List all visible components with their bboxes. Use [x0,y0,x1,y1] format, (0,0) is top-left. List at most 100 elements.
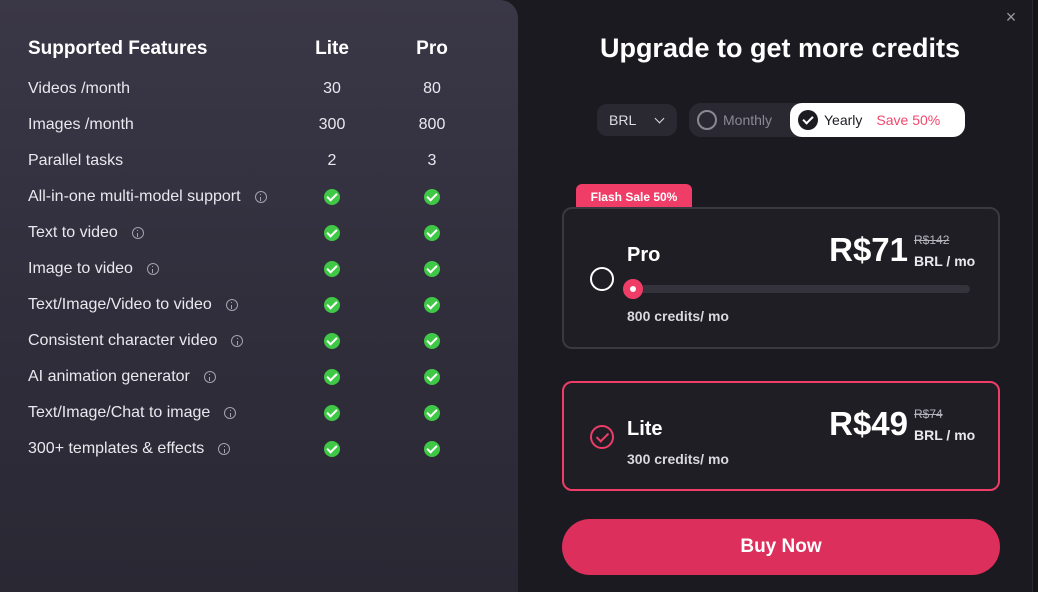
features-header: Supported Features [28,38,208,59]
check-icon [424,296,440,313]
slider-handle[interactable] [623,279,643,299]
feature-row: All-in-one multi-model support [0,179,518,215]
close-icon[interactable]: × [1002,8,1020,26]
feature-value-lite [302,251,362,287]
check-icon [424,332,440,349]
feature-row: 300+ templates & effects [0,431,518,467]
feature-row: Consistent character video [0,323,518,359]
plan-old-price: R$74 [914,407,943,421]
feature-value-lite [302,359,362,395]
feature-label: Text/Image/Chat to image [28,395,237,431]
plan-card-pro[interactable]: Pro R$71 R$142 BRL / mo 800 credits/ mo [562,207,1000,349]
billing-monthly-option[interactable]: Monthly [697,103,772,137]
plan-period: BRL / mo [914,427,976,443]
feature-value-pro [402,215,462,251]
feature-row: Images /month 300 800 [0,107,518,143]
feature-row: Text to video [0,215,518,251]
feature-label-text: Text/Image/Chat to image [28,404,211,421]
column-header-lite: Lite [315,38,349,59]
feature-value-lite [302,179,362,215]
check-icon [424,224,440,241]
feature-row: AI animation generator [0,359,518,395]
radio-unchecked-icon [697,110,717,130]
feature-value-pro [402,287,462,323]
features-panel: Supported Features Lite Pro Videos /mont… [0,0,518,592]
feature-value-lite [302,215,362,251]
feature-label: Consistent character video [28,323,244,359]
save-badge: Save 50% [876,112,941,128]
info-icon[interactable] [225,299,238,311]
billing-yearly-label: Yearly [824,112,863,128]
info-icon[interactable] [203,371,216,383]
radio-checked-icon[interactable] [590,425,614,449]
feature-value-pro [402,395,462,431]
feature-row: Image to video [0,251,518,287]
feature-value-pro: 80 [423,80,441,97]
feature-value-pro [402,359,462,395]
info-icon[interactable] [231,335,244,347]
feature-label: Videos /month [28,71,130,107]
feature-row: Videos /month 30 80 [0,71,518,107]
billing-toggle[interactable]: Monthly Yearly Save 50% [689,103,965,137]
plan-period: BRL / mo [914,253,976,269]
plan-price: R$71 [829,231,908,268]
check-icon [324,332,340,349]
feature-label: All-in-one multi-model support [28,179,267,215]
feature-value-lite: 300 [318,116,346,133]
feature-label-text: AI animation generator [28,368,190,385]
info-icon[interactable] [254,191,267,203]
feature-label: 300+ templates & effects [28,431,231,467]
plan-credits: 300 credits/ mo [627,451,729,467]
feature-value-lite: 2 [327,152,337,169]
plan-old-price: R$142 [914,233,950,247]
feature-label: Images /month [28,107,134,143]
check-icon [324,188,340,205]
radio-checked-icon [798,110,818,130]
check-icon [324,440,340,457]
check-icon [324,260,340,277]
check-icon [324,368,340,385]
check-icon [324,404,340,421]
feature-value-pro: 3 [427,152,437,169]
billing-yearly-option[interactable]: Yearly Save 50% [790,103,965,137]
feature-label: Parallel tasks [28,143,123,179]
feature-value-pro [402,179,462,215]
feature-label-text: Text to video [28,224,118,241]
feature-value-pro [402,251,462,287]
check-icon [324,296,340,313]
feature-value-pro [402,323,462,359]
feature-label-text: All-in-one multi-model support [28,188,241,205]
plan-price: R$49 [829,405,908,442]
chevron-down-icon [654,113,665,123]
feature-label: Text to video [28,215,144,251]
check-icon [424,404,440,421]
plan-credits: 800 credits/ mo [627,308,729,324]
feature-label-text: 300+ templates & effects [28,440,205,457]
check-icon [324,224,340,241]
feature-row: Text/Image/Chat to image [0,395,518,431]
buy-now-button[interactable]: Buy Now [562,519,1000,575]
check-icon [424,368,440,385]
info-icon[interactable] [131,227,144,239]
feature-label-text: Consistent character video [28,332,218,349]
info-icon[interactable] [146,263,159,275]
check-icon [424,440,440,457]
feature-row: Text/Image/Video to video [0,287,518,323]
plan-card-lite[interactable]: Lite R$49 R$74 BRL / mo 300 credits/ mo [562,381,1000,491]
feature-value-lite [302,323,362,359]
check-icon [424,188,440,205]
feature-label-text: Parallel tasks [28,152,124,169]
feature-value-lite [302,431,362,467]
feature-label-text: Image to video [28,260,133,277]
feature-value-lite [302,395,362,431]
feature-label-text: Text/Image/Video to video [28,296,212,313]
feature-label-text: Videos /month [28,80,130,97]
column-header-pro: Pro [416,38,448,59]
info-icon[interactable] [224,407,237,419]
currency-select[interactable]: BRL [597,104,677,136]
info-icon[interactable] [218,443,231,455]
credits-slider[interactable] [623,279,970,299]
scrollbar[interactable] [1032,0,1038,592]
radio-unchecked-icon[interactable] [590,267,614,291]
feature-row: Parallel tasks 2 3 [0,143,518,179]
